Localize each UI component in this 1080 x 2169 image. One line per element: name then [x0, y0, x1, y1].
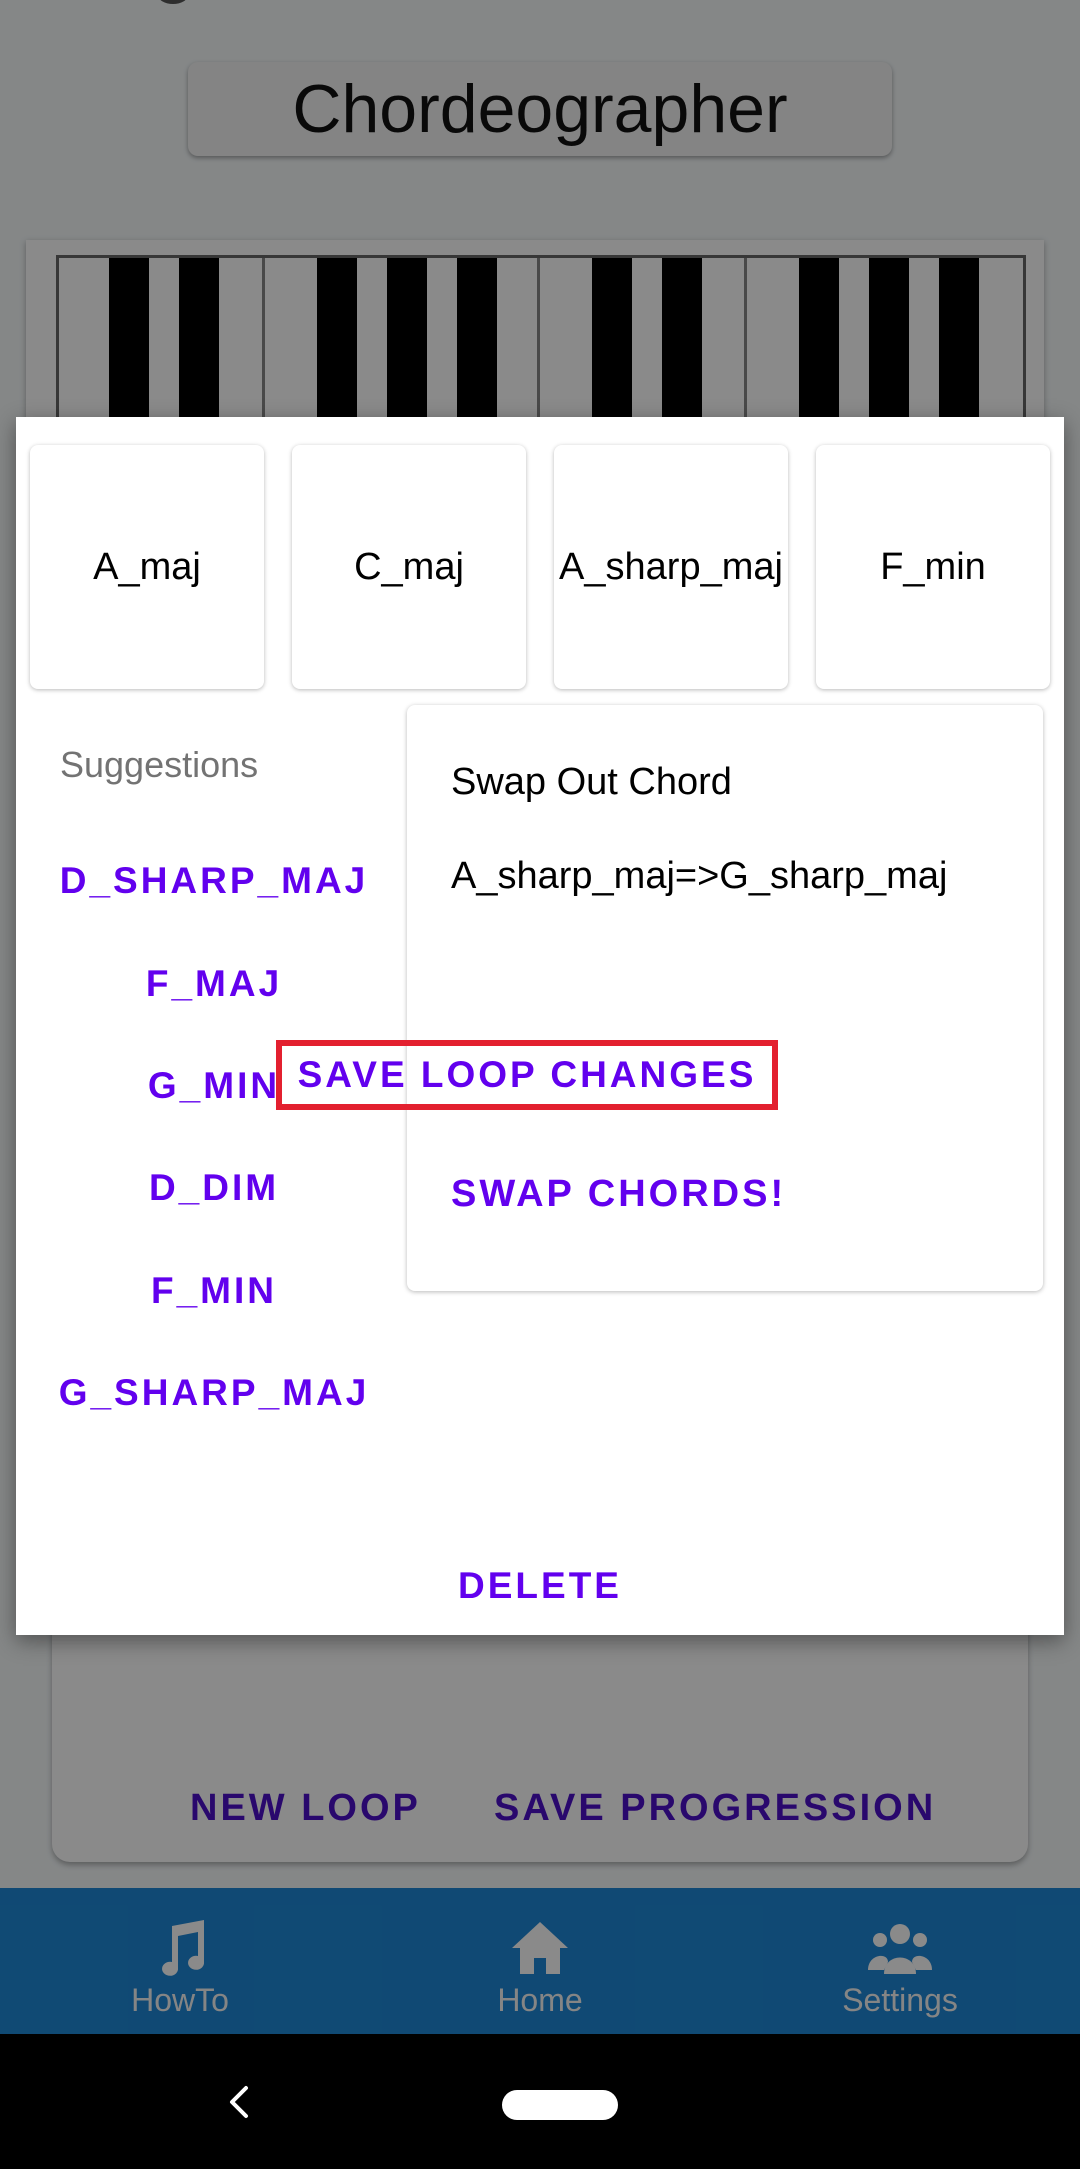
swap-chord-card: Swap Out Chord A_sharp_maj=>G_sharp_maj … [407, 705, 1043, 1291]
save-loop-changes-button[interactable]: SAVE LOOP CHANGES [276, 1040, 778, 1110]
swap-detail: A_sharp_maj=>G_sharp_maj [451, 855, 948, 897]
suggestion-button[interactable]: F_MIN [44, 1270, 384, 1312]
swap-chords-button[interactable]: SWAP CHORDS! [451, 1173, 786, 1216]
suggestions-label: Suggestions [60, 744, 259, 785]
chord-card[interactable]: A_maj [30, 445, 264, 689]
edit-loop-dialog: A_maj C_maj A_sharp_maj F_min Suggestion… [16, 417, 1064, 1635]
suggestion-button[interactable]: D_SHARP_MAJ [44, 860, 384, 902]
chord-card[interactable]: C_maj [292, 445, 526, 689]
suggestion-button[interactable]: G_SHARP_MAJ [44, 1372, 384, 1414]
suggestion-button[interactable]: F_MAJ [44, 963, 384, 1005]
home-pill-button[interactable] [502, 2090, 618, 2120]
delete-button[interactable]: DELETE [0, 1565, 1080, 1607]
chord-card[interactable]: A_sharp_maj [554, 445, 788, 689]
swap-title: Swap Out Chord [451, 761, 732, 803]
suggestion-button[interactable]: D_DIM [44, 1167, 384, 1209]
chord-card[interactable]: F_min [816, 445, 1050, 689]
back-icon[interactable] [222, 2084, 258, 2120]
